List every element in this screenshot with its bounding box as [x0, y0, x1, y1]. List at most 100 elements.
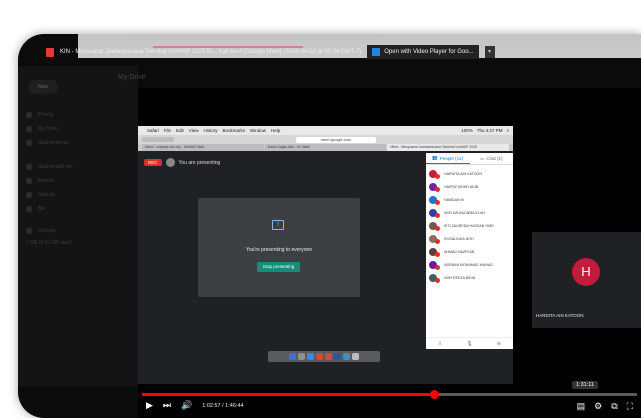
chat-icon: ▭ [479, 155, 485, 161]
participant-avatar [429, 208, 440, 218]
menu-item: History [203, 128, 218, 133]
participant-name: HAMDAN M [444, 197, 464, 202]
participant-name: HAFRIZ MOHD ADIB [444, 184, 479, 189]
clock-text: Thu 4:27 PM [476, 128, 503, 133]
progress-bar[interactable]: 1:31:11 [142, 381, 637, 399]
launchpad-icon [298, 353, 305, 360]
muted-mic-icon [435, 264, 440, 270]
miniplayer-icon[interactable]: ⧉ [611, 401, 617, 412]
rec-badge: REC [144, 159, 162, 166]
finder-icon [289, 353, 296, 360]
participant-row: HARDITA AIN KATOON [429, 167, 510, 180]
people-tab: 👥 People (14) [426, 153, 470, 164]
muted-mic-icon [435, 199, 440, 205]
hover-time-tooltip: 1:31:11 [572, 381, 598, 389]
menu-item: Safari [147, 128, 159, 133]
video-player-app-icon [372, 48, 381, 56]
mac-dock [268, 351, 380, 362]
calendar-icon [325, 353, 332, 360]
fullscreen-icon[interactable]: ⛶ [627, 401, 633, 412]
muted-mic-icon [435, 212, 440, 218]
drive-item: Starred [26, 190, 116, 200]
menu-item: Edit [176, 128, 184, 133]
drive-item: Priority [26, 110, 116, 120]
people-panel-footer: ⇩ 🎙 ⊖ [426, 337, 513, 349]
open-with-label: Open with Video Player for Goo... [384, 49, 474, 55]
participant-name: ROSALINDA NOH [444, 236, 474, 241]
subtitles-icon[interactable]: ▤ [577, 401, 586, 412]
muted-mic-icon [435, 186, 440, 192]
time-display: 1:02:57 / 1:46:44 [202, 402, 244, 409]
participant-avatar [429, 221, 440, 231]
stop-presenting-button: Stop presenting [257, 262, 300, 272]
trash-icon [352, 353, 359, 360]
participant-avatar [429, 234, 440, 244]
participant-name: AHMAD NAZRI AB [444, 249, 475, 254]
participant-row: AHMAD NAZRI AB [429, 245, 510, 258]
open-with-dropdown-icon[interactable]: ▾ [484, 46, 495, 58]
participant-tile: H HARDITA AIN KATOON [532, 232, 641, 328]
people-icon: 👥 [432, 155, 438, 160]
muted-mic-icon [435, 251, 440, 257]
safari-tab: Harta Ungku Abu - M Salim [264, 144, 387, 151]
app-icon [343, 353, 350, 360]
scrubber-handle[interactable] [430, 390, 440, 399]
open-with-button[interactable]: Open with Video Player for Goo... [367, 45, 479, 59]
meet-presenting-header: REC You are presenting [144, 158, 220, 167]
shared-mac-screen: Safari File Edit View History Bookmarks … [138, 126, 513, 384]
safari-icon [307, 353, 314, 360]
drive-title: My Drive [118, 74, 146, 81]
menu-item: Bookmarks [222, 128, 246, 133]
participant-avatar [429, 247, 440, 257]
participant-row: SITI ZAUREDA HASSAN GMD [429, 219, 510, 232]
remove-icon: ⊖ [496, 340, 501, 347]
muted-mic-icon [435, 173, 440, 179]
chat-tab: ▭ Chat (1) [479, 155, 503, 162]
participant-list: HARDITA AIN KATOON HAFRIZ MOHD ADIB HAMDAN… [426, 165, 513, 286]
video-title: KIN - Mesyuarat Jawatankuasa Teknikal Un… [60, 49, 362, 55]
participant-name: NOR AZLINA ABDULLAH [444, 210, 485, 215]
participant-row: NOR REEZA BIDIN [429, 271, 510, 284]
menu-item: Window [250, 128, 267, 133]
video-title-bar: KIN - Mesyuarat Jawatankuasa Teknikal Un… [18, 42, 641, 62]
drive-item: Recent [26, 176, 116, 186]
video-viewer-frame: KIN - Mesyuarat Jawatankuasa Teknikal Un… [18, 34, 641, 418]
address-bar: meet.google.com [296, 136, 376, 143]
safari-tab: Inbox - unimap.edu.my - UniMAP Mail [142, 144, 264, 151]
menu-item: File [163, 128, 172, 133]
play-icon[interactable]: ▶ [146, 400, 153, 411]
participant-name: NOR REEZA BIDIN [444, 275, 476, 280]
player-controls: 1:31:11 ▶ ⏭ 🔊 1:02:57 / 1:46:44 ▤ ⚙ ⧉ ⛶ [138, 381, 641, 418]
pin-icon: ⇩ [438, 340, 443, 347]
menu-item: View [188, 128, 199, 133]
participant-avatar [429, 273, 440, 283]
participant-name: HARDITA AIN KATOON [444, 171, 482, 176]
participant-avatar [429, 195, 440, 205]
settings-icon[interactable]: ⚙ [594, 401, 602, 412]
participant-avatar [429, 182, 440, 192]
participant-row: HAFRIZ MOHD ADIB [429, 180, 510, 193]
volume-icon[interactable]: 🔊 [181, 400, 192, 411]
drive-storage: 1 GB of 15 GB used [26, 240, 71, 246]
people-panel: 👥 People (14) ▭ Chat (1) HARDITA AIN KATOO… [426, 153, 513, 349]
participant-avatar [429, 169, 440, 179]
present-screen-icon: ↑ [272, 220, 284, 230]
next-icon[interactable]: ⏭ [163, 400, 171, 411]
safari-tab-strip: Inbox - unimap.edu.my - UniMAP Mail Hart… [138, 144, 513, 151]
you-presenting-text: You are presenting [178, 159, 221, 166]
presenting-card: ↑ You're presenting to everyone Stop pre… [198, 198, 360, 297]
mic-icon: 🎙 [466, 340, 473, 347]
participant-row: NORAINI MOHAMAD MUHAD [429, 258, 510, 271]
mac-menu-bar: Safari File Edit View History Bookmarks … [138, 126, 513, 135]
participant-row: HAMDAN M [429, 193, 510, 206]
muted-mic-icon [435, 225, 440, 231]
avatar [165, 158, 175, 167]
participant-avatar: H [572, 258, 600, 286]
drive-item: Bin [26, 204, 116, 214]
participant-avatar [429, 260, 440, 270]
participant-row: NOR AZLINA ABDULLAH [429, 206, 510, 219]
participant-row: ROSALINDA NOH [429, 232, 510, 245]
video-area[interactable]: Safari File Edit View History Bookmarks … [138, 88, 641, 388]
presenting-message: You're presenting to everyone [245, 247, 313, 253]
participant-name: SITI ZAUREDA HASSAN GMD [444, 223, 494, 228]
